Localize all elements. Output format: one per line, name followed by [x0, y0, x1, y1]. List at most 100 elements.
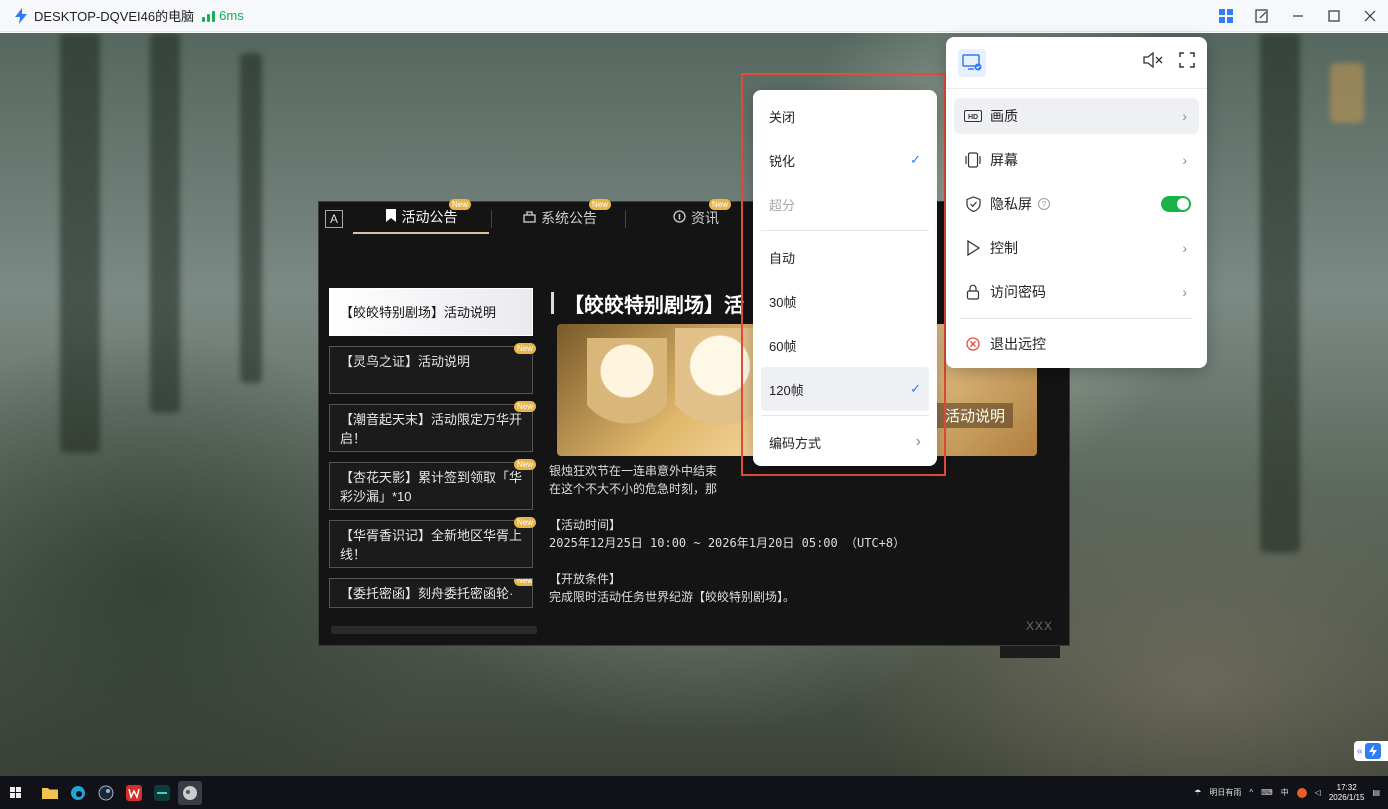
keyboard-icon[interactable]: ⌨: [1261, 788, 1273, 797]
announcement-list: 【皎皎特别剧场】活动说明 【灵鸟之证】活动说明 New 【潮音起天末】活动限定万华…: [329, 288, 536, 618]
panel-item-control[interactable]: 控制 ›: [954, 230, 1199, 266]
menu-item-encoding[interactable]: 编码方式 ›: [761, 420, 929, 464]
help-icon[interactable]: ?: [1038, 198, 1050, 210]
steam-icon[interactable]: [94, 781, 118, 805]
panel-divider: [960, 318, 1193, 319]
menu-item-sharpen[interactable]: 锐化 ✓: [761, 138, 929, 182]
tab-activity[interactable]: 活动公告 New: [353, 199, 489, 234]
clock-time: 17:32: [1336, 782, 1357, 792]
chevron-right-icon: ›: [1182, 108, 1187, 124]
menu-item-fps-120[interactable]: 120帧 ✓: [761, 367, 929, 411]
menu-item-label: 60帧: [769, 338, 797, 354]
background-tree: [240, 53, 262, 383]
system-icon: [523, 210, 536, 226]
bookmark-icon: [385, 209, 397, 225]
banner-label: 活动说明: [936, 403, 1013, 428]
menu-item-fps-30[interactable]: 30帧: [761, 279, 929, 323]
menu-item-label: 编码方式: [769, 435, 822, 451]
list-item[interactable]: 【潮音起天末】活动限定万华开启！ New: [329, 401, 536, 452]
layout-grid-button[interactable]: [1208, 0, 1244, 32]
panel-item-label: 屏幕: [990, 152, 1018, 168]
title-bar: [551, 292, 554, 314]
tab-label: 活动公告: [401, 209, 458, 225]
menu-item-off[interactable]: 关闭: [761, 94, 929, 138]
menu-item-fps-60[interactable]: 60帧: [761, 323, 929, 367]
list-scrollbar[interactable]: [331, 626, 537, 634]
panel-item-quality[interactable]: HD 画质 ›: [954, 98, 1199, 134]
character-figure: [587, 338, 667, 448]
panel-item-privacy-screen[interactable]: 隐私屏 ?: [954, 186, 1199, 222]
new-badge: New: [513, 579, 532, 586]
menu-item-label: 120帧: [769, 382, 804, 398]
panel-header: [946, 37, 1207, 89]
body-line: 完成限时活动任务世界纪游【皎皎特别剧场】。: [549, 590, 796, 604]
window-titlebar: DESKTOP-DQVEI46的电脑 6ms: [0, 0, 1388, 32]
check-icon: ✓: [910, 381, 921, 396]
corner-mark: XXX: [1025, 619, 1053, 633]
list-item-label: 【杏花天影】累计签到领取「华彩沙漏」*10: [340, 470, 523, 504]
menu-item-fps-auto[interactable]: 自动: [761, 235, 929, 279]
tray-chevron-up-icon[interactable]: ^: [1249, 788, 1253, 797]
section-heading: 【活动时间】: [549, 518, 622, 532]
panel-item-access-password[interactable]: 访问密码 ›: [954, 274, 1199, 310]
remote-control-panel: HD 画质 › 屏幕 › 隐私屏 ? 控制 › 访问密码 › 退出远控: [946, 37, 1207, 368]
tab-system[interactable]: 系统公告 New: [523, 199, 612, 234]
weather-icon[interactable]: ☂: [1194, 788, 1201, 797]
notification-icon[interactable]: ▤: [1372, 788, 1380, 797]
start-icon[interactable]: [4, 781, 28, 805]
fullscreen-icon[interactable]: [1179, 52, 1195, 73]
list-item[interactable]: 【华胥香识记】全新地区华胥上线！ New: [329, 517, 536, 568]
play-icon: [964, 239, 982, 257]
sogou-icon[interactable]: [1296, 787, 1307, 798]
tab-news[interactable]: 资讯 New: [673, 199, 732, 234]
maximize-button[interactable]: [1316, 0, 1352, 32]
wps-icon[interactable]: [122, 781, 146, 805]
edit-icon-button[interactable]: [1244, 0, 1280, 32]
background-tree: [60, 33, 100, 453]
background-tree: [1260, 33, 1300, 553]
side-collapse-tab[interactable]: «: [1354, 741, 1388, 761]
volume-icon[interactable]: ◁: [1315, 788, 1321, 797]
hd-icon: HD: [964, 107, 982, 125]
system-tray: ☂ 明日有雨 ^ ⌨ 中 ◁ 17:32 2026/1/15 ▤: [1194, 776, 1380, 809]
latency-text: 6ms: [219, 8, 244, 23]
privacy-toggle[interactable]: [1161, 196, 1191, 212]
list-item[interactable]: 【皎皎特别剧场】活动说明: [329, 288, 533, 336]
list-item[interactable]: 【灵鸟之证】活动说明 New: [329, 343, 536, 394]
new-badge: New: [449, 199, 472, 210]
screen-icon: [964, 151, 982, 169]
panel-item-label: 隐私屏: [990, 196, 1032, 212]
new-badge: New: [513, 343, 536, 354]
close-circle-icon: [964, 335, 982, 353]
tab-a-key[interactable]: A: [325, 210, 343, 228]
tap-icon[interactable]: [150, 781, 174, 805]
clock[interactable]: 17:32 2026/1/15: [1329, 783, 1365, 803]
background-icon: [1330, 63, 1364, 123]
close-button[interactable]: [1352, 0, 1388, 32]
mute-icon[interactable]: [1143, 51, 1163, 73]
list-item-label: 【灵鸟之证】活动说明: [340, 354, 471, 369]
list-item[interactable]: 【委托密函】刻舟委托密函轮· New: [329, 578, 533, 608]
list-item[interactable]: 【杏花天影】累计签到领取「华彩沙漏」*10 New: [329, 459, 536, 510]
monitor-icon[interactable]: [958, 48, 986, 77]
edge-icon[interactable]: [66, 781, 90, 805]
panel-item-label: 控制: [990, 240, 1018, 256]
menu-divider: [761, 415, 929, 416]
app-logo-icon: [1364, 743, 1381, 759]
tab-divider: [625, 210, 626, 228]
tab-divider: [491, 210, 492, 228]
file-explorer-icon[interactable]: [38, 781, 62, 805]
chevron-right-icon: ›: [915, 433, 921, 450]
new-badge: New: [513, 459, 536, 470]
weather-text[interactable]: 明日有雨: [1209, 787, 1241, 798]
panel-item-label: 退出远控: [990, 336, 1046, 352]
panel-item-label: 画质: [990, 108, 1018, 124]
input-method-indicator[interactable]: 中: [1281, 787, 1289, 798]
panel-item-screen[interactable]: 屏幕 ›: [954, 142, 1199, 178]
check-icon: ✓: [910, 152, 921, 167]
game-app-icon[interactable]: [178, 780, 202, 805]
chevron-right-icon: ›: [1182, 284, 1187, 300]
exit-remote-button[interactable]: 退出远控: [954, 326, 1199, 362]
lock-icon: [964, 283, 982, 301]
minimize-button[interactable]: [1280, 0, 1316, 32]
